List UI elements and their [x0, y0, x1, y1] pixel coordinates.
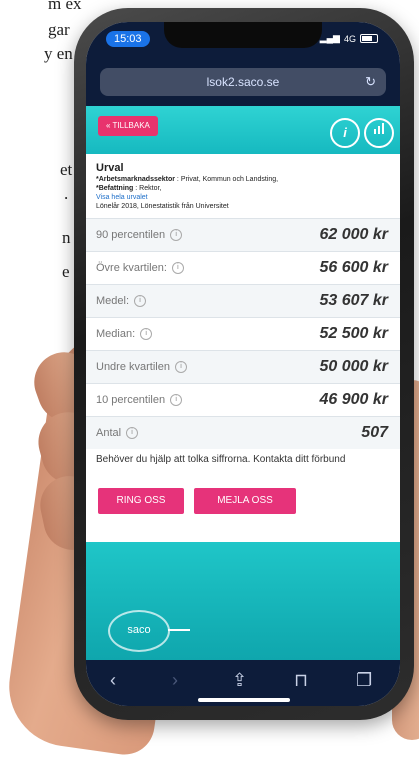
row-value: 52 500 kr: [319, 325, 388, 342]
call-us-button[interactable]: RING OSS: [98, 488, 184, 514]
back-button[interactable]: « TILLBAKA: [98, 116, 158, 136]
back-icon[interactable]: ‹: [110, 670, 116, 691]
selection-title: Urval: [96, 162, 124, 174]
logo-underline: [168, 629, 190, 631]
background-text-1: m ex: [48, 0, 82, 13]
network-label: 4G: [343, 33, 356, 44]
info-icon[interactable]: i: [126, 427, 139, 440]
info-icon[interactable]: i: [170, 394, 183, 407]
table-row: Övre kvartilen: i 56 600 kr: [86, 251, 400, 284]
signal-icon: ▂▄▆: [319, 33, 340, 43]
home-indicator: [198, 698, 290, 702]
row-value: 50 000 kr: [319, 358, 388, 375]
reload-icon[interactable]: ↻: [365, 68, 376, 96]
salary-table: 90 percentilen i 62 000 kr Övre kvartilen…: [86, 218, 400, 449]
background-text-3: y en: [44, 44, 73, 63]
table-row: 90 percentilen i 62 000 kr: [86, 218, 400, 251]
background-text-2: gar: [48, 20, 70, 39]
forward-icon[interactable]: ›: [172, 670, 178, 691]
row-label: Median: i: [96, 328, 153, 341]
chart-glyph: [374, 123, 384, 134]
background-text-7: e: [62, 262, 70, 281]
help-text: Behöver du hjälp att tolka siffrorna. Ko…: [96, 454, 346, 465]
email-us-button[interactable]: MEJLA OSS: [194, 488, 296, 514]
row-value: 62 000 kr: [319, 226, 388, 243]
show-selection-link[interactable]: Visa hela urvalet: [96, 193, 390, 202]
info-icon[interactable]: i: [174, 361, 187, 374]
browser-chrome: lsok2.saco.se ↻: [86, 62, 400, 106]
info-icon[interactable]: i: [170, 229, 183, 242]
row-label: Övre kvartilen: i: [96, 262, 184, 275]
address-bar[interactable]: lsok2.saco.se ↻: [100, 68, 386, 96]
selection-summary: Urval *Arbetsmarknadssektor : Privat, Ko…: [96, 162, 390, 211]
row-value: 507: [361, 424, 388, 441]
table-row: Undre kvartilen i 50 000 kr: [86, 350, 400, 383]
row-label: 10 percentilen i: [96, 394, 183, 407]
page-header: « TILLBAKA i: [86, 106, 400, 154]
table-row: Median: i 52 500 kr: [86, 317, 400, 350]
status-time: 15:03: [106, 31, 150, 47]
row-label: Medel: i: [96, 295, 147, 308]
footer: saco: [86, 542, 400, 660]
info-icon[interactable]: i: [140, 328, 153, 341]
background-text-5: .: [64, 184, 69, 203]
selection-sector: *Arbetsmarknadssektor : Privat, Kommun o…: [96, 176, 279, 183]
phone-screen: 15:03 ▂▄▆ 4G lsok2.saco.se ↻ « TILLBAKA …: [86, 22, 400, 706]
status-indicators: ▂▄▆ 4G: [320, 33, 378, 44]
row-label: Undre kvartilen i: [96, 361, 187, 374]
info-icon[interactable]: i: [134, 295, 147, 308]
url-text: lsok2.saco.se: [206, 75, 280, 89]
background-text-4: et: [60, 160, 73, 179]
share-icon[interactable]: ⇪: [232, 670, 247, 691]
status-bar: 15:03 ▂▄▆ 4G: [86, 22, 400, 62]
table-row: 10 percentilen i 46 900 kr: [86, 383, 400, 416]
info-icon[interactable]: i: [330, 118, 360, 148]
row-value: 46 900 kr: [319, 391, 388, 408]
row-label: Antal i: [96, 427, 139, 440]
background-text-6: n: [62, 228, 71, 247]
saco-logo[interactable]: saco: [108, 610, 170, 652]
tabs-icon[interactable]: ❐: [356, 670, 372, 691]
table-row: Antal i 507: [86, 416, 400, 449]
row-label: 90 percentilen i: [96, 229, 183, 242]
row-value: 56 600 kr: [319, 259, 388, 276]
notch: [164, 22, 322, 48]
info-icon[interactable]: i: [171, 262, 184, 275]
bookmarks-icon[interactable]: ⊓: [294, 670, 308, 691]
table-row: Medel: i 53 607 kr: [86, 284, 400, 317]
selection-source: Lönelår 2018, Lönestatistik från Univers…: [96, 203, 229, 210]
battery-icon: [360, 34, 378, 43]
selection-position: *Befattning : Rektor,: [96, 185, 162, 192]
chart-icon[interactable]: [364, 118, 394, 148]
row-value: 53 607 kr: [319, 292, 388, 309]
